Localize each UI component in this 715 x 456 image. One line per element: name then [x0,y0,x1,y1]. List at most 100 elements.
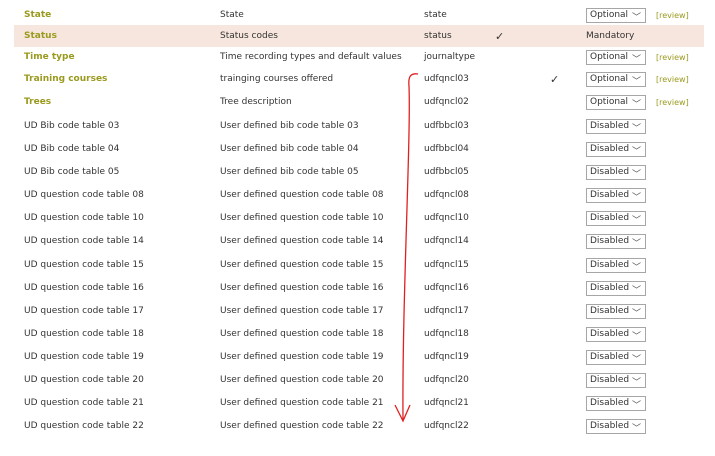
review-link[interactable]: [review] [656,46,689,68]
row-description: User defined question code table 15 [220,260,384,270]
table-row: UD Bib code table 03 User defined bib co… [14,115,704,137]
row-name[interactable]: State [24,4,51,26]
table-row: UD question code table 10 User defined q… [14,207,704,229]
row-code: udfqncl21 [424,398,469,408]
select-value: Disabled [590,283,630,293]
row-name[interactable]: Time type [24,46,75,68]
status-select[interactable]: Disabled ﹀ [586,277,646,299]
chevron-down-icon: ﹀ [631,400,641,411]
table-row: State State state Optional ﹀ [review] [14,4,704,26]
status-select[interactable]: Disabled ﹀ [586,254,646,276]
row-name: UD question code table 20 [24,375,144,385]
select-value: Optional [590,97,629,107]
row-description: User defined question code table 16 [220,283,384,293]
table-row: UD question code table 18 User defined q… [14,323,704,345]
select-value: Disabled [590,375,630,385]
table-row: UD question code table 14 User defined q… [14,230,704,252]
table-row: UD question code table 08 User defined q… [14,184,704,206]
chevron-down-icon: ﹀ [631,12,641,23]
status-select[interactable]: Disabled ﹀ [586,207,646,229]
chevron-down-icon: ﹀ [631,99,641,110]
select-value: Disabled [590,329,630,339]
select-value: Disabled [590,421,630,431]
row-code: udfqncl15 [424,260,469,270]
row-description: User defined bib code table 04 [220,144,359,154]
status-select[interactable]: Disabled ﹀ [586,369,646,391]
checkmark-icon: ✓ [550,72,560,86]
status-select[interactable]: Optional ﹀ [586,46,646,68]
row-name: UD question code table 21 [24,398,144,408]
status-static: Mandatory [586,31,635,41]
row-name: UD question code table 16 [24,283,144,293]
chevron-down-icon: ﹀ [631,54,641,65]
row-description: User defined question code table 14 [220,236,384,246]
status-select[interactable]: Disabled ﹀ [586,300,646,322]
review-link[interactable]: [review] [656,4,689,26]
row-code: udfbbcl05 [424,167,469,177]
row-code: udfbbcl03 [424,121,469,131]
select-value: Optional [590,74,629,84]
row-name[interactable]: Status [24,25,57,47]
status-select[interactable]: Disabled ﹀ [586,415,646,437]
row-description: User defined question code table 19 [220,352,384,362]
row-code: udfqncl19 [424,352,469,362]
row-name: UD question code table 08 [24,190,144,200]
table-row: UD question code table 15 User defined q… [14,254,704,276]
row-name[interactable]: Training courses [24,68,107,90]
row-description: User defined question code table 20 [220,375,384,385]
row-code: udfqncl20 [424,375,469,385]
select-value: Disabled [590,167,630,177]
status-select[interactable]: Disabled ﹀ [586,161,646,183]
select-value: Optional [590,52,629,62]
row-name: UD question code table 14 [24,236,144,246]
status-select[interactable]: Disabled ﹀ [586,392,646,414]
table-row: UD question code table 17 User defined q… [14,300,704,322]
row-name[interactable]: Trees [24,91,51,113]
review-link[interactable]: [review] [656,68,689,90]
row-description: User defined bib code table 05 [220,167,359,177]
status-select[interactable]: Optional ﹀ [586,68,646,90]
row-description: trainging courses offered [220,74,334,84]
row-description: User defined question code table 21 [220,398,384,408]
row-name: UD question code table 19 [24,352,144,362]
status-select[interactable]: Optional ﹀ [586,4,646,26]
row-code: journaltype [424,52,476,62]
row-name: UD question code table 22 [24,421,144,431]
row-description: User defined question code table 18 [220,329,384,339]
row-name: UD question code table 10 [24,213,144,223]
chevron-down-icon: ﹀ [631,308,641,319]
status-select[interactable]: Disabled ﹀ [586,230,646,252]
select-value: Disabled [590,260,630,270]
row-code: state [424,10,447,20]
select-value: Disabled [590,190,630,200]
status-select[interactable]: Disabled ﹀ [586,323,646,345]
chevron-down-icon: ﹀ [631,377,641,388]
row-description: User defined question code table 22 [220,421,384,431]
row-description: Status codes [220,31,278,41]
chevron-down-icon: ﹀ [631,423,641,434]
chevron-down-icon: ﹀ [631,285,641,296]
table-row: UD question code table 16 User defined q… [14,277,704,299]
table-row: UD question code table 22 User defined q… [14,415,704,437]
row-description: User defined question code table 10 [220,213,384,223]
table-row: UD question code table 20 User defined q… [14,369,704,391]
status-select[interactable]: Disabled ﹀ [586,184,646,206]
review-link[interactable]: [review] [656,91,689,113]
row-code: udfqncl03 [424,74,469,84]
select-value: Disabled [590,398,630,408]
chevron-down-icon: ﹀ [631,354,641,365]
table-row: UD question code table 19 User defined q… [14,346,704,368]
status-select[interactable]: Optional ﹀ [586,91,646,113]
row-code: udfqncl22 [424,421,469,431]
select-value: Disabled [590,306,630,316]
row-code: udfqncl10 [424,213,469,223]
status-select[interactable]: Disabled ﹀ [586,138,646,160]
row-description: User defined question code table 08 [220,190,384,200]
row-code: udfqncl16 [424,283,469,293]
status-select[interactable]: Disabled ﹀ [586,115,646,137]
row-name: UD question code table 18 [24,329,144,339]
status-select[interactable]: Disabled ﹀ [586,346,646,368]
row-name: UD question code table 17 [24,306,144,316]
table-row: UD Bib code table 05 User defined bib co… [14,161,704,183]
chevron-down-icon: ﹀ [631,123,641,134]
